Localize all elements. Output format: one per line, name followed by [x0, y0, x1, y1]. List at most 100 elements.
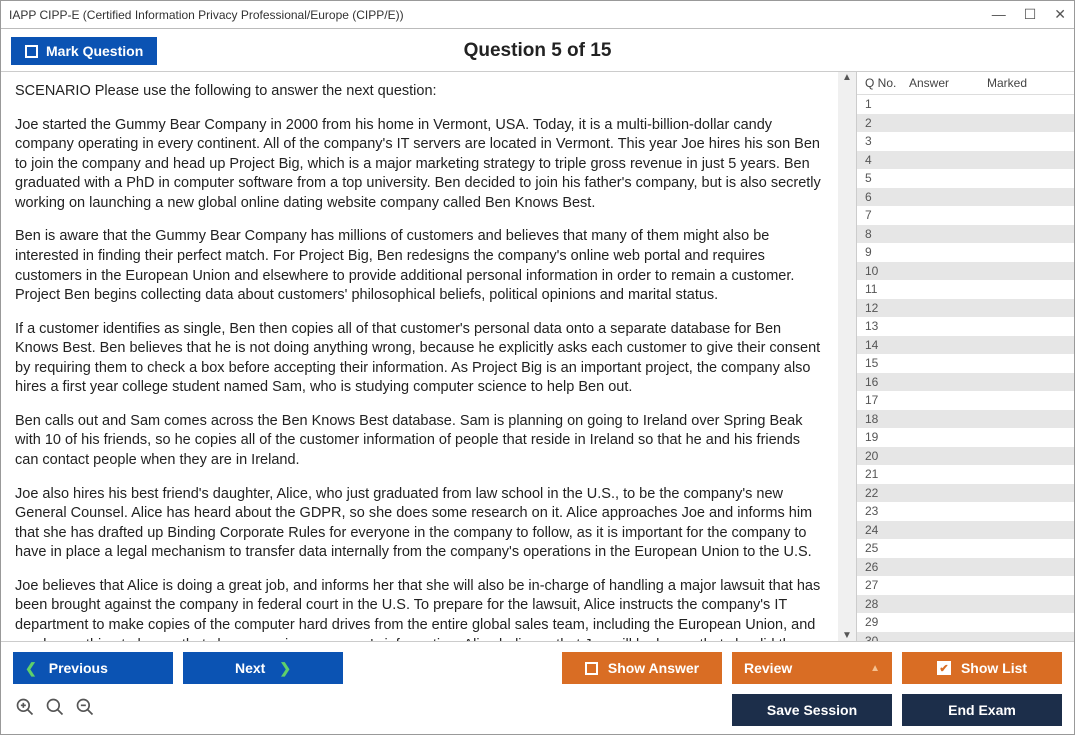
question-number: 16	[865, 375, 909, 389]
question-row[interactable]: 22	[857, 484, 1074, 503]
content-area: SCENARIO Please use the following to ans…	[1, 72, 1074, 642]
question-number: 28	[865, 597, 909, 611]
question-number: 30	[865, 634, 909, 641]
question-row[interactable]: 25	[857, 539, 1074, 558]
question-number: 13	[865, 319, 909, 333]
question-row[interactable]: 11	[857, 280, 1074, 299]
question-number: 15	[865, 356, 909, 370]
question-number: 6	[865, 190, 909, 204]
column-answer: Answer	[909, 76, 987, 90]
question-row[interactable]: 10	[857, 262, 1074, 281]
question-number: 7	[865, 208, 909, 222]
question-row[interactable]: 30	[857, 632, 1074, 642]
question-row[interactable]: 24	[857, 521, 1074, 540]
question-number: 3	[865, 134, 909, 148]
sidebar-header: Q No. Answer Marked	[857, 72, 1074, 95]
next-button[interactable]: Next ❯	[183, 652, 343, 684]
end-exam-label: End Exam	[948, 702, 1016, 718]
question-row[interactable]: 23	[857, 502, 1074, 521]
check-icon: ✔	[937, 661, 951, 675]
question-number: 14	[865, 338, 909, 352]
question-row[interactable]: 1	[857, 95, 1074, 114]
question-row[interactable]: 17	[857, 391, 1074, 410]
question-number: 21	[865, 467, 909, 481]
zoom-out-icon[interactable]	[75, 697, 95, 723]
question-number: 19	[865, 430, 909, 444]
question-row[interactable]: 20	[857, 447, 1074, 466]
question-number: 22	[865, 486, 909, 500]
question-row[interactable]: 29	[857, 613, 1074, 632]
show-list-button[interactable]: ✔ Show List	[902, 652, 1062, 684]
mark-question-label: Mark Question	[46, 43, 143, 59]
scenario-scrollbar[interactable]: ▲ ▼	[838, 72, 856, 641]
question-number: 4	[865, 153, 909, 167]
question-row[interactable]: 27	[857, 576, 1074, 595]
maximize-icon[interactable]: ☐	[1024, 6, 1037, 23]
question-row[interactable]: 16	[857, 373, 1074, 392]
scroll-down-icon[interactable]: ▼	[842, 630, 852, 641]
show-answer-button[interactable]: Show Answer	[562, 652, 722, 684]
question-number: 17	[865, 393, 909, 407]
close-icon[interactable]: ✕	[1054, 6, 1066, 23]
scenario-pane[interactable]: SCENARIO Please use the following to ans…	[1, 72, 838, 641]
question-row[interactable]: 3	[857, 132, 1074, 151]
window-title: IAPP CIPP-E (Certified Information Priva…	[9, 8, 404, 22]
question-number: 10	[865, 264, 909, 278]
question-number: 1	[865, 97, 909, 111]
question-row[interactable]: 5	[857, 169, 1074, 188]
question-row[interactable]: 26	[857, 558, 1074, 577]
sidebar-list[interactable]: 1234567891011121314151617181920212223242…	[857, 95, 1074, 641]
previous-button[interactable]: ❮ Previous	[13, 652, 173, 684]
scenario-paragraph: Joe started the Gummy Bear Company in 20…	[15, 116, 824, 214]
scenario-paragraph: Joe also hires his best friend's daughte…	[15, 485, 824, 563]
minimize-icon[interactable]: —	[992, 6, 1006, 23]
mark-question-button[interactable]: Mark Question	[11, 37, 157, 65]
previous-label: Previous	[49, 660, 108, 676]
question-row[interactable]: 21	[857, 465, 1074, 484]
footer-button-row: ❮ Previous Next ❯ Show Answer Review ▲ ✔…	[13, 652, 1062, 684]
scenario-paragraph: Ben calls out and Sam comes across the B…	[15, 412, 824, 471]
column-marked: Marked	[987, 76, 1070, 90]
scroll-up-icon[interactable]: ▲	[842, 72, 852, 83]
zoom-controls	[13, 697, 95, 723]
end-exam-button[interactable]: End Exam	[902, 694, 1062, 726]
save-session-button[interactable]: Save Session	[732, 694, 892, 726]
question-row[interactable]: 7	[857, 206, 1074, 225]
question-number: 18	[865, 412, 909, 426]
next-label: Next	[235, 660, 265, 676]
question-number: 20	[865, 449, 909, 463]
show-list-label: Show List	[961, 660, 1027, 676]
question-row[interactable]: 6	[857, 188, 1074, 207]
question-row[interactable]: 14	[857, 336, 1074, 355]
review-label: Review	[744, 660, 792, 676]
question-title: Question 5 of 15	[1, 40, 1074, 62]
question-row[interactable]: 4	[857, 151, 1074, 170]
column-qno: Q No.	[865, 76, 909, 90]
question-number: 5	[865, 171, 909, 185]
checkbox-icon	[585, 662, 598, 675]
spacer	[353, 652, 552, 684]
chevron-left-icon: ❮	[25, 660, 37, 677]
question-row[interactable]: 13	[857, 317, 1074, 336]
scenario-paragraph: Joe believes that Alice is doing a great…	[15, 577, 824, 641]
question-row[interactable]: 2	[857, 114, 1074, 133]
scenario-paragraph: Ben is aware that the Gummy Bear Company…	[15, 227, 824, 305]
review-button[interactable]: Review ▲	[732, 652, 892, 684]
scenario-paragraph: If a customer identifies as single, Ben …	[15, 320, 824, 398]
question-row[interactable]: 15	[857, 354, 1074, 373]
question-row[interactable]: 19	[857, 428, 1074, 447]
question-row[interactable]: 18	[857, 410, 1074, 429]
checkbox-icon	[25, 45, 38, 58]
question-row[interactable]: 9	[857, 243, 1074, 262]
window-controls: — ☐ ✕	[992, 6, 1066, 23]
question-number: 2	[865, 116, 909, 130]
question-number: 26	[865, 560, 909, 574]
zoom-reset-icon[interactable]	[45, 697, 65, 723]
question-row[interactable]: 8	[857, 225, 1074, 244]
zoom-in-icon[interactable]	[15, 697, 35, 723]
save-session-label: Save Session	[767, 702, 857, 718]
app-window: IAPP CIPP-E (Certified Information Priva…	[0, 0, 1075, 735]
question-row[interactable]: 12	[857, 299, 1074, 318]
footer: ❮ Previous Next ❯ Show Answer Review ▲ ✔…	[1, 642, 1074, 734]
question-row[interactable]: 28	[857, 595, 1074, 614]
